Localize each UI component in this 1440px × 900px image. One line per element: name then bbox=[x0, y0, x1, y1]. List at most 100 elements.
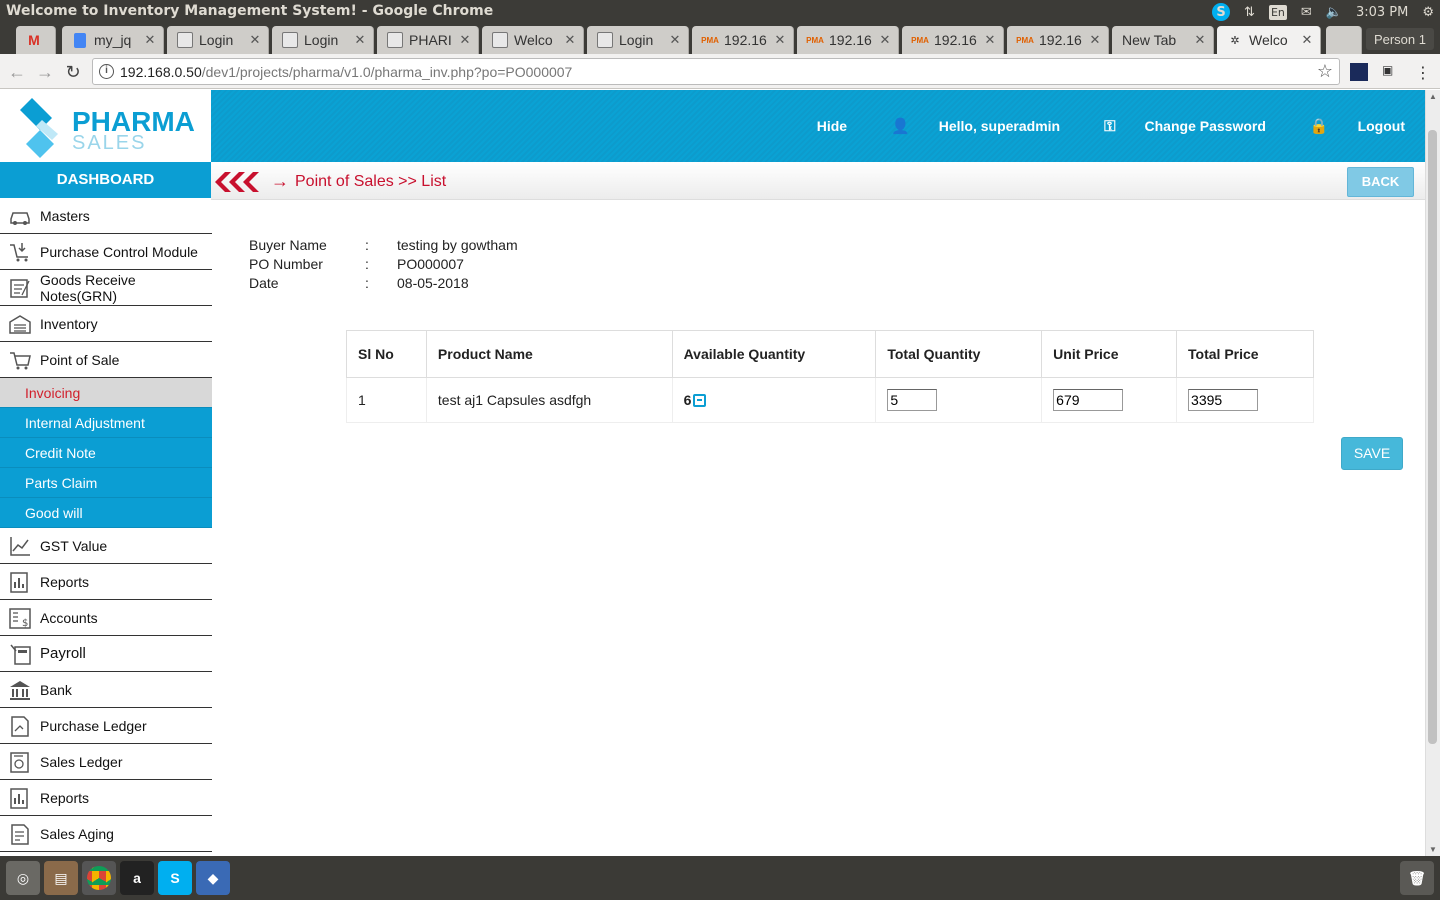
scroll-thumb[interactable] bbox=[1428, 130, 1437, 744]
browser-tab[interactable]: PMA 192.16 ✕ bbox=[1007, 26, 1109, 54]
browser-tab[interactable]: my_jq ✕ bbox=[62, 26, 164, 54]
total-price-input[interactable] bbox=[1188, 389, 1259, 411]
tab-close-icon[interactable]: ✕ bbox=[1298, 32, 1316, 48]
sidebar-item-grn[interactable]: Goods Receive Notes(GRN) bbox=[0, 270, 212, 306]
sidebar-subitem-parts-claim[interactable]: Parts Claim bbox=[0, 468, 212, 498]
tab-close-icon[interactable]: ✕ bbox=[561, 32, 579, 48]
sidebar-item-sales-aging[interactable]: Sales Aging bbox=[0, 816, 212, 852]
tab-close-icon[interactable]: ✕ bbox=[981, 32, 999, 48]
extension-new-icon[interactable] bbox=[1350, 63, 1368, 81]
sidebar-item-payroll[interactable]: Payroll bbox=[0, 636, 212, 672]
clock[interactable]: 3:03 PM bbox=[1356, 5, 1408, 20]
info-icon[interactable]: i bbox=[99, 64, 114, 79]
cast-icon[interactable]: ▣ bbox=[1382, 63, 1400, 81]
page-scrollbar[interactable]: ▲ ▼ bbox=[1425, 90, 1440, 856]
tab-close-icon[interactable]: ✕ bbox=[876, 32, 894, 48]
sidebar-item-inventory[interactable]: Inventory bbox=[0, 306, 212, 342]
back-arrow-icon[interactable]: ← bbox=[6, 61, 28, 83]
user-greeting[interactable]: 👤 Hello, superadmin bbox=[869, 117, 1060, 135]
volume-icon[interactable]: 🔈 bbox=[1326, 5, 1342, 20]
browser-tab-new[interactable]: New Tab ✕ bbox=[1112, 26, 1214, 54]
browser-tab[interactable]: Login ✕ bbox=[272, 26, 374, 54]
profile-button[interactable]: Person 1 bbox=[1365, 28, 1434, 50]
sidebar-subitem-good-will[interactable]: Good will bbox=[0, 498, 212, 528]
ledger-icon bbox=[11, 715, 29, 737]
virtualbox-launcher-icon[interactable]: ◆ bbox=[196, 861, 230, 895]
files-launcher-icon[interactable]: ▤ bbox=[44, 861, 78, 895]
address-bar[interactable]: i 192.168.0.50/dev1/projects/pharma/v1.0… bbox=[92, 58, 1340, 85]
col-header-product-name: Product Name bbox=[425, 330, 673, 378]
browser-tab-gmail[interactable]: M bbox=[16, 26, 56, 54]
unit-price-input[interactable] bbox=[1053, 389, 1124, 411]
sidebar-item-masters[interactable]: Masters bbox=[0, 198, 212, 234]
sidebar-item-reports[interactable]: Reports bbox=[0, 564, 212, 600]
sidebar-item-bank[interactable]: Bank bbox=[0, 672, 212, 708]
browser-tab[interactable]: Welco ✕ bbox=[482, 26, 584, 54]
forward-arrow-icon[interactable]: → bbox=[34, 61, 56, 83]
accounts-icon: $ bbox=[9, 607, 31, 629]
sidebar-subitem-credit-note[interactable]: Credit Note bbox=[0, 438, 212, 468]
network-icon[interactable]: ⇅ bbox=[1244, 5, 1255, 20]
sidebar-item-sales-ledger[interactable]: Sales Ledger bbox=[0, 744, 212, 780]
keyboard-language[interactable]: En bbox=[1268, 4, 1287, 20]
tab-close-icon[interactable]: ✕ bbox=[666, 32, 684, 48]
browser-tab[interactable]: PHARI ✕ bbox=[377, 26, 479, 54]
sidebar-item-purchase-control[interactable]: Purchase Control Module bbox=[0, 234, 212, 270]
scroll-up-icon[interactable]: ▲ bbox=[1429, 92, 1437, 101]
mail-icon[interactable]: ✉ bbox=[1301, 5, 1312, 20]
new-tab-button[interactable] bbox=[1326, 26, 1362, 54]
sidebar-item-gst-value[interactable]: GST Value bbox=[0, 528, 212, 564]
tab-close-icon[interactable]: ✕ bbox=[351, 32, 369, 48]
tab-close-icon[interactable]: ✕ bbox=[141, 32, 159, 48]
sidebar-item-accounts[interactable]: $ Accounts bbox=[0, 600, 212, 636]
menu-kebab-icon[interactable]: ⋮ bbox=[1414, 63, 1432, 82]
amazon-launcher-icon[interactable]: a bbox=[120, 861, 154, 895]
chrome-launcher-icon[interactable] bbox=[82, 861, 116, 895]
lock-icon: 🔒 bbox=[1309, 118, 1329, 135]
settings-gear-icon[interactable]: ⚙ bbox=[1422, 5, 1434, 20]
scroll-down-icon[interactable]: ▼ bbox=[1429, 845, 1437, 854]
skype-launcher-icon[interactable]: S bbox=[158, 861, 192, 895]
browser-tab[interactable]: PMA 192.16 ✕ bbox=[902, 26, 1004, 54]
sidebar-item-point-of-sale[interactable]: Point of Sale bbox=[0, 342, 212, 378]
stock-details-icon[interactable] bbox=[693, 393, 707, 407]
save-button[interactable]: SAVE bbox=[1341, 437, 1403, 470]
os-top-bar: Welcome to Inventory Management System! … bbox=[0, 0, 1440, 24]
tab-close-icon[interactable]: ✕ bbox=[771, 32, 789, 48]
arrow-right-icon: → bbox=[271, 171, 289, 191]
cell-sl-no: 1 bbox=[346, 377, 427, 423]
tab-close-icon[interactable]: ✕ bbox=[456, 32, 474, 48]
report-icon bbox=[10, 571, 28, 593]
change-password-link[interactable]: ⚿ Change Password bbox=[1082, 118, 1266, 135]
page-icon bbox=[282, 32, 298, 48]
user-icon: 👤 bbox=[891, 118, 910, 135]
bookmark-star-icon[interactable]: ☆ bbox=[1317, 61, 1333, 82]
app-logo[interactable]: PHARMA SALES bbox=[0, 90, 211, 162]
url-text[interactable]: 192.168.0.50/dev1/projects/pharma/v1.0/p… bbox=[120, 64, 572, 80]
sales-ledger-icon bbox=[10, 751, 29, 773]
browser-tab-active[interactable]: ✲ Welco ✕ bbox=[1217, 26, 1321, 54]
dashboard-link[interactable]: DASHBOARD bbox=[0, 162, 211, 198]
sidebar-subitem-internal-adjustment[interactable]: Internal Adjustment bbox=[0, 408, 212, 438]
sidebar-item-purchase-ledger[interactable]: Purchase Ledger bbox=[0, 708, 212, 744]
total-quantity-input[interactable] bbox=[887, 389, 938, 411]
tab-close-icon[interactable]: ✕ bbox=[246, 32, 264, 48]
app-page: PHARMA SALES Hide 👤 Hello, superadmin ⚿ Ch… bbox=[0, 90, 1425, 856]
tab-close-icon[interactable]: ✕ bbox=[1086, 32, 1104, 48]
reload-icon[interactable]: ↻ bbox=[62, 61, 84, 83]
items-table: Sl No Product Name Available Quantity To… bbox=[346, 330, 1314, 423]
hide-link[interactable]: Hide bbox=[817, 118, 847, 134]
trash-launcher-icon[interactable]: 🗑 bbox=[1400, 861, 1434, 895]
dash-launcher-icon[interactable]: ◎ bbox=[6, 861, 40, 895]
sidebar-item-reports-2[interactable]: Reports bbox=[0, 780, 212, 816]
sidebar-subitem-invoicing[interactable]: Invoicing bbox=[0, 378, 212, 408]
skype-icon[interactable]: S bbox=[1212, 3, 1231, 21]
tab-close-icon[interactable]: ✕ bbox=[1191, 32, 1209, 48]
doc-icon bbox=[74, 32, 86, 48]
logout-link[interactable]: 🔒 Logout bbox=[1288, 117, 1405, 135]
browser-tab[interactable]: PMA 192.16 ✕ bbox=[797, 26, 899, 54]
back-button[interactable]: BACK bbox=[1347, 167, 1414, 197]
browser-tab[interactable]: Login ✕ bbox=[587, 26, 689, 54]
browser-tab[interactable]: Login ✕ bbox=[167, 26, 269, 54]
browser-tab[interactable]: PMA 192.16 ✕ bbox=[692, 26, 794, 54]
